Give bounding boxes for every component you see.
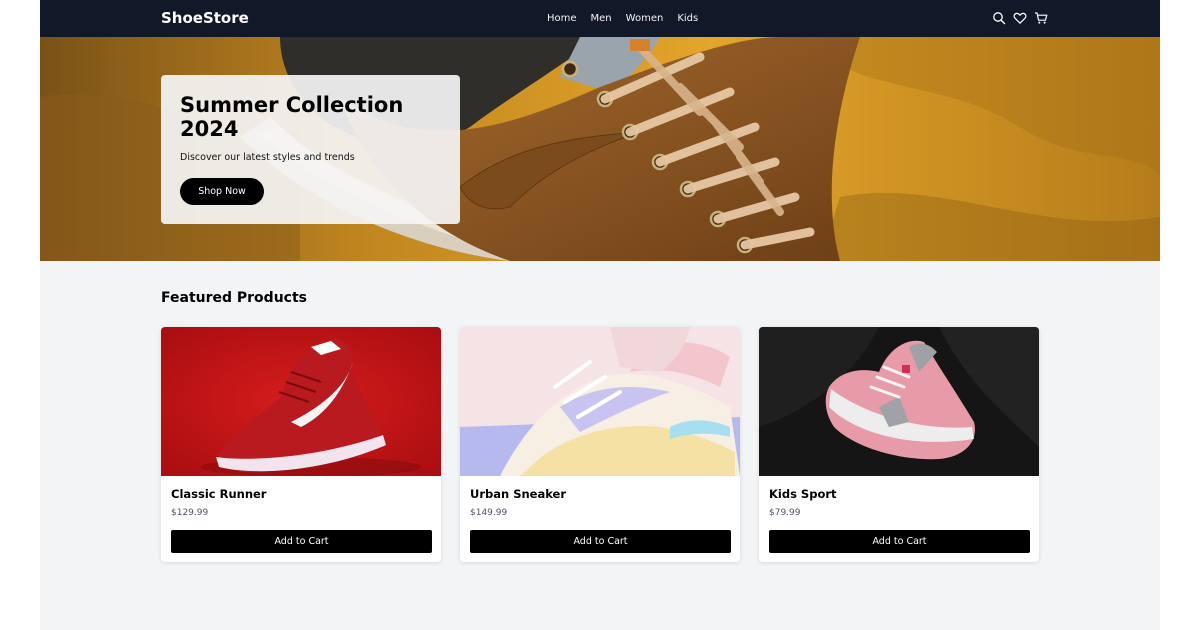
product-image-kids-sport[interactable] xyxy=(759,327,1039,476)
product-image-classic-runner[interactable] xyxy=(161,327,441,476)
shop-now-button[interactable]: Shop Now xyxy=(180,178,264,205)
product-image-urban-sneaker[interactable] xyxy=(460,327,740,476)
product-price: $129.99 xyxy=(171,508,209,518)
nav-link-women[interactable]: Women xyxy=(626,12,664,25)
product-card-classic-runner[interactable]: Classic Runner $129.99 Add to Cart xyxy=(161,327,441,562)
hero-promo-card: Summer Collection 2024 Discover our late… xyxy=(161,75,460,224)
nav-link-home[interactable]: Home xyxy=(547,12,577,25)
hero-banner: Summer Collection 2024 Discover our late… xyxy=(40,37,1160,261)
product-name[interactable]: Classic Runner xyxy=(171,487,266,501)
add-to-cart-button[interactable]: Add to Cart xyxy=(171,530,432,553)
featured-products-heading: Featured Products xyxy=(161,290,307,306)
heart-icon[interactable] xyxy=(1013,11,1027,25)
product-name[interactable]: Urban Sneaker xyxy=(470,487,566,501)
add-to-cart-button[interactable]: Add to Cart xyxy=(769,530,1030,553)
product-name[interactable]: Kids Sport xyxy=(769,487,837,501)
product-price: $79.99 xyxy=(769,508,801,518)
nav-link-men[interactable]: Men xyxy=(591,12,612,25)
add-to-cart-button[interactable]: Add to Cart xyxy=(470,530,731,553)
page: ShoeStore Home Men Women Kids Summer Col… xyxy=(40,0,1160,630)
product-price: $149.99 xyxy=(470,508,508,518)
pastel-sneakers-image xyxy=(460,327,740,476)
hero-title: Summer Collection 2024 xyxy=(180,93,404,141)
red-running-shoe-image xyxy=(161,327,441,476)
top-navbar: ShoeStore Home Men Women Kids xyxy=(40,0,1160,37)
search-icon[interactable] xyxy=(992,11,1006,25)
hero-subtitle: Discover our latest styles and trends xyxy=(180,152,355,163)
main-menu: Home Men Women Kids xyxy=(547,12,698,25)
brand-logo[interactable]: ShoeStore xyxy=(161,9,249,27)
pink-sneaker-on-fur-image xyxy=(759,327,1039,476)
nav-icon-group xyxy=(992,11,1048,25)
cart-icon[interactable] xyxy=(1034,11,1048,25)
product-card-urban-sneaker[interactable]: Urban Sneaker $149.99 Add to Cart xyxy=(460,327,740,562)
nav-link-kids[interactable]: Kids xyxy=(677,12,698,25)
product-card-kids-sport[interactable]: Kids Sport $79.99 Add to Cart xyxy=(759,327,1039,562)
